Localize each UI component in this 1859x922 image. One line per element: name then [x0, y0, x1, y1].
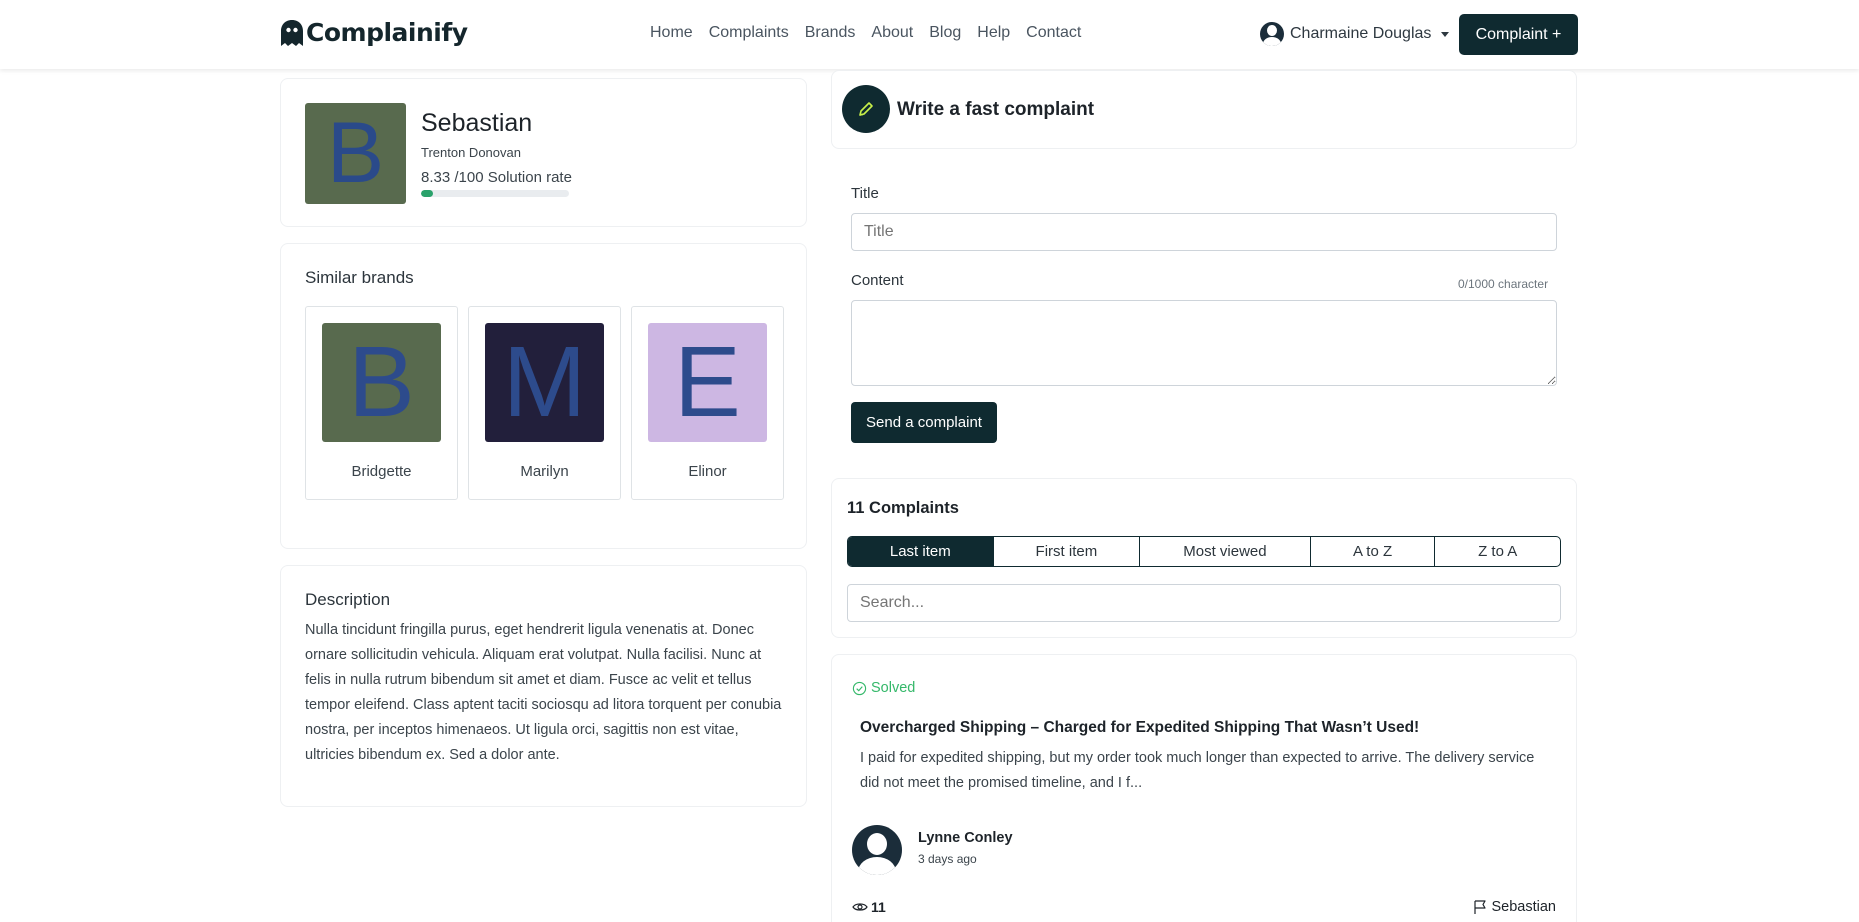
navbar: Complainify Home Complaints Brands About… — [0, 0, 1859, 69]
brand-owner: Trenton Donovan — [421, 145, 521, 160]
sort-last-item[interactable]: Last item — [848, 537, 994, 566]
complaint-time: 3 days ago — [918, 852, 977, 866]
write-complaint-title: Write a fast complaint — [897, 99, 1095, 120]
brand-card: B Sebastian Trenton Donovan 8.33 /100 So… — [280, 78, 807, 227]
brand-logo: B — [305, 103, 406, 204]
content-label: Content — [851, 272, 904, 289]
complaint-brand-name: Sebastian — [1491, 899, 1557, 915]
send-complaint-button[interactable]: Send a complaint — [851, 402, 997, 443]
description-title: Description — [305, 590, 391, 609]
sort-first-item[interactable]: First item — [994, 537, 1141, 566]
similar-brand-logo: M — [485, 323, 604, 442]
similar-brands-card: Similar brands B Bridgette M Marilyn E E… — [280, 243, 807, 549]
character-counter: 0/1000 character — [1458, 277, 1549, 291]
description-text: Nulla tincidunt fringilla purus, eget he… — [305, 622, 782, 763]
nav-links: Home Complaints Brands About Blog Help C… — [650, 24, 1081, 42]
complaints-list-card: 11 Complaints Last item First item Most … — [831, 478, 1577, 638]
pen-icon-circle — [842, 85, 890, 133]
description-card: Description Nulla tincidunt fringilla pu… — [280, 565, 807, 807]
complaint-title[interactable]: Overcharged Shipping – Charged for Exped… — [860, 719, 1419, 737]
logo-text: Complainify — [306, 18, 468, 47]
nav-link-complaints[interactable]: Complaints — [709, 24, 789, 42]
logo[interactable]: Complainify — [280, 18, 468, 47]
complaint-brand[interactable]: Sebastian — [1472, 899, 1557, 915]
brand-name: Sebastian — [421, 109, 533, 137]
complaint-excerpt: I paid for expedited shipping, but my or… — [860, 750, 1535, 791]
nav-link-contact[interactable]: Contact — [1026, 24, 1081, 42]
title-input[interactable] — [851, 213, 1557, 251]
sort-a-to-z[interactable]: A to Z — [1311, 537, 1436, 566]
nav-link-help[interactable]: Help — [977, 24, 1010, 42]
user-menu[interactable]: Charmaine Douglas — [1260, 22, 1450, 46]
eye-icon — [852, 903, 868, 911]
similar-brands-title: Similar brands — [305, 268, 414, 287]
similar-brand-logo: B — [322, 323, 441, 442]
chevron-down-icon — [1441, 31, 1450, 37]
nav-link-home[interactable]: Home — [650, 24, 693, 42]
author-name[interactable]: Lynne Conley — [918, 830, 1013, 846]
sort-options: Last item First item Most viewed A to Z … — [847, 536, 1561, 567]
nav-link-brands[interactable]: Brands — [805, 24, 856, 42]
content-textarea[interactable] — [851, 300, 1557, 386]
write-complaint-card: Write a fast complaint — [831, 70, 1577, 149]
similar-brand-item[interactable]: E Elinor — [631, 306, 784, 500]
sort-z-to-a[interactable]: Z to A — [1435, 537, 1560, 566]
solution-rate-text: 8.33 /100 Solution rate — [421, 169, 572, 186]
check-circle-icon — [852, 681, 867, 695]
similar-brand-item[interactable]: B Bridgette — [305, 306, 458, 500]
similar-brand-name: Bridgette — [351, 463, 412, 480]
status-text: Solved — [871, 680, 916, 696]
solution-rate-fill — [421, 190, 434, 197]
user-name: Charmaine Douglas — [1290, 25, 1432, 42]
sort-most-viewed[interactable]: Most viewed — [1140, 537, 1311, 566]
author-avatar — [852, 825, 902, 875]
solution-rate-bar — [421, 190, 569, 197]
complaint-item[interactable]: Solved Overcharged Shipping – Charged fo… — [831, 654, 1577, 922]
flag-icon — [1473, 900, 1486, 914]
user-avatar — [1260, 22, 1284, 46]
new-complaint-button[interactable]: Complaint + — [1459, 14, 1578, 55]
nav-link-about[interactable]: About — [871, 24, 913, 42]
similar-brand-item[interactable]: M Marilyn — [468, 306, 621, 500]
ghost-icon — [281, 19, 303, 46]
view-count: 11 — [852, 899, 886, 915]
similar-brand-logo: E — [648, 323, 767, 442]
status-badge: Solved — [852, 680, 915, 696]
view-count-value: 11 — [871, 899, 886, 915]
similar-brand-name: Elinor — [688, 463, 727, 480]
complaints-count: 11 Complaints — [847, 499, 959, 517]
nav-link-blog[interactable]: Blog — [929, 24, 961, 42]
similar-brand-name: Marilyn — [520, 463, 569, 480]
search-input[interactable] — [847, 584, 1561, 622]
title-label: Title — [851, 185, 879, 202]
pen-icon — [859, 102, 873, 116]
